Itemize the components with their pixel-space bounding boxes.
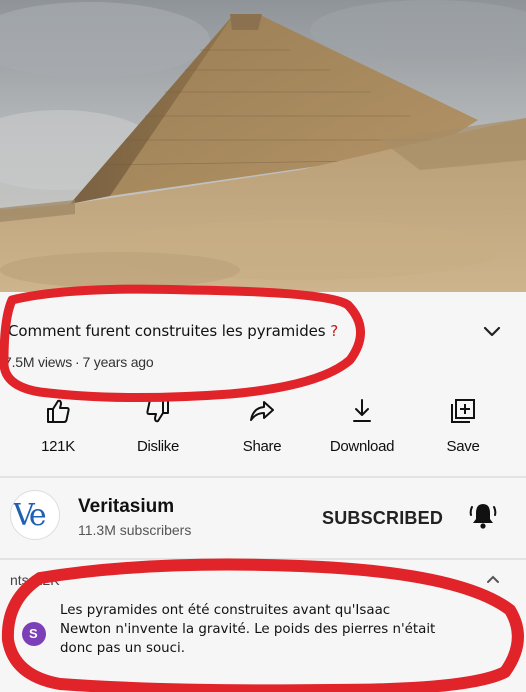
video-info-panel: Comment furent construites les pyramides… [0,292,526,692]
expand-comments-icon[interactable] [484,570,502,588]
share-label: Share [242,438,282,455]
like-button[interactable]: 121K [10,392,106,462]
download-label: Download [329,438,395,455]
thumbs-down-icon [146,399,169,423]
upload-age: 7 years ago [82,354,154,370]
share-button[interactable]: Share [214,392,310,462]
divider [0,476,526,478]
action-bar: 121K Dislike Share Download Save [0,392,526,462]
subscriber-count: 11.3M subscribers [78,522,192,538]
video-thumbnail[interactable] [0,0,526,292]
divider [0,558,526,560]
pyramid-image [0,0,526,292]
video-title-text: Comment furent construites les pyramides [8,322,331,340]
like-count: 121K [41,438,75,455]
video-meta: 7.5M views · 7 years ago [4,354,154,370]
channel-avatar[interactable]: Ve [10,490,60,540]
dislike-button[interactable]: Dislike [110,392,206,462]
channel-logo-text: Ve [13,498,47,533]
comment-text: Les pyramides ont été construites avant … [60,603,436,656]
commenter-avatar-letter: S [29,626,38,641]
thumbs-up-icon [47,399,70,423]
comments-section[interactable]: nts 12K S Les pyramides ont été construit… [0,572,526,692]
subscribed-button[interactable]: SUBSCRIBED [322,508,443,529]
download-icon [353,399,371,422]
commenter-avatar[interactable]: S [22,622,46,646]
meta-separator: · [75,354,80,370]
share-icon [250,401,274,421]
dislike-label: Dislike [136,438,180,455]
comments-label: nts [10,572,29,588]
comments-header: nts 12K [10,572,60,588]
save-playlist-icon [451,399,475,423]
notification-bell-icon[interactable] [466,498,500,532]
download-button[interactable]: Download [314,392,410,462]
chevron-down-icon[interactable] [482,322,502,342]
view-count: 7.5M views [4,354,73,370]
save-button[interactable]: Save [415,392,511,462]
channel-name[interactable]: Veritasium [78,496,174,518]
save-label: Save [446,438,480,455]
video-title[interactable]: Comment furent construites les pyramides… [8,322,338,340]
video-title-question-mark: ? [330,322,339,340]
channel-row: Ve Veritasium 11.3M subscribers SUBSCRIB… [0,482,526,548]
comments-count: 12K [34,572,60,588]
